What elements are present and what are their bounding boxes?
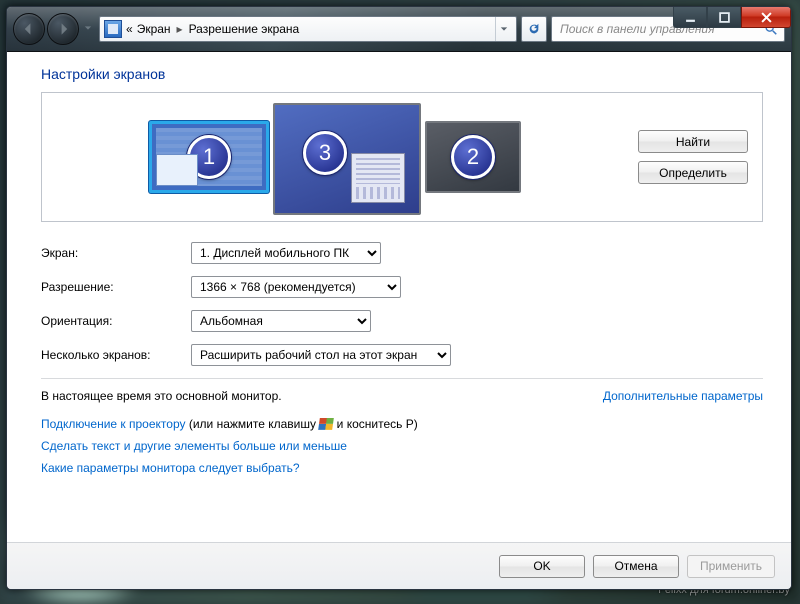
orientation-select[interactable]: Альбомная: [191, 310, 371, 332]
monitor-3[interactable]: 3: [273, 103, 421, 215]
breadcrumb-chevrons: «: [126, 22, 133, 36]
nav-history-dropdown[interactable]: [81, 13, 95, 43]
multi-display-select[interactable]: Расширить рабочий стол на этот экран: [191, 344, 451, 366]
monitor-2[interactable]: 2: [425, 121, 521, 193]
control-panel-window: « Экран ▸ Разрешение экрана Поиск в пане…: [6, 6, 792, 590]
monitor-1[interactable]: 1: [149, 121, 269, 193]
address-bar[interactable]: « Экран ▸ Разрешение экрана: [99, 16, 517, 42]
window-minimize-button[interactable]: [673, 7, 707, 28]
orientation-label: Ориентация:: [41, 314, 191, 328]
projector-link[interactable]: Подключение к проектору: [41, 417, 186, 431]
display-arrangement-area[interactable]: 1 3 2: [56, 93, 614, 221]
advanced-settings-link[interactable]: Дополнительные параметры: [603, 389, 763, 403]
detect-button[interactable]: Найти: [638, 130, 748, 153]
projector-hint-a: (или нажмите клавишу: [186, 417, 320, 431]
display-arrangement-box: 1 3 2 Найти Определить: [41, 92, 763, 222]
display-label: Экран:: [41, 246, 191, 260]
dialog-footer: OK Отмена Применить: [7, 542, 791, 589]
nav-back-button[interactable]: [13, 13, 45, 45]
breadcrumb-item[interactable]: Разрешение экрана: [189, 22, 300, 36]
ok-button[interactable]: OK: [499, 555, 585, 578]
breadcrumb-item[interactable]: Экран: [137, 22, 171, 36]
primary-monitor-status: В настоящее время это основной монитор.: [41, 389, 282, 403]
content-area: Настройки экранов 1 3 2 Найти Определить: [7, 52, 791, 542]
display-select[interactable]: 1. Дисплей мобильного ПК: [191, 242, 381, 264]
page-title: Настройки экранов: [41, 66, 763, 82]
window-close-button[interactable]: [741, 7, 791, 28]
multi-display-label: Несколько экранов:: [41, 348, 191, 362]
identify-button[interactable]: Определить: [638, 161, 748, 184]
monitor-badge: 3: [303, 131, 347, 175]
nav-forward-button[interactable]: [47, 13, 79, 45]
monitor-badge: 2: [451, 135, 495, 179]
monitor-badge: 1: [187, 135, 231, 179]
windows-logo-icon: [318, 418, 334, 430]
address-history-dropdown[interactable]: [495, 17, 512, 41]
apply-button[interactable]: Применить: [687, 555, 775, 578]
window-maximize-button[interactable]: [707, 7, 741, 28]
which-settings-link[interactable]: Какие параметры монитора следует выбрать…: [41, 461, 300, 475]
cancel-button[interactable]: Отмена: [593, 555, 679, 578]
resolution-label: Разрешение:: [41, 280, 191, 294]
control-panel-icon: [104, 20, 122, 38]
breadcrumb-separator-icon: ▸: [175, 22, 185, 36]
projector-hint-b: и коснитесь P): [333, 417, 417, 431]
text-size-link[interactable]: Сделать текст и другие элементы больше и…: [41, 439, 347, 453]
refresh-button[interactable]: [521, 16, 547, 42]
resolution-select[interactable]: 1366 × 768 (рекомендуется): [191, 276, 401, 298]
